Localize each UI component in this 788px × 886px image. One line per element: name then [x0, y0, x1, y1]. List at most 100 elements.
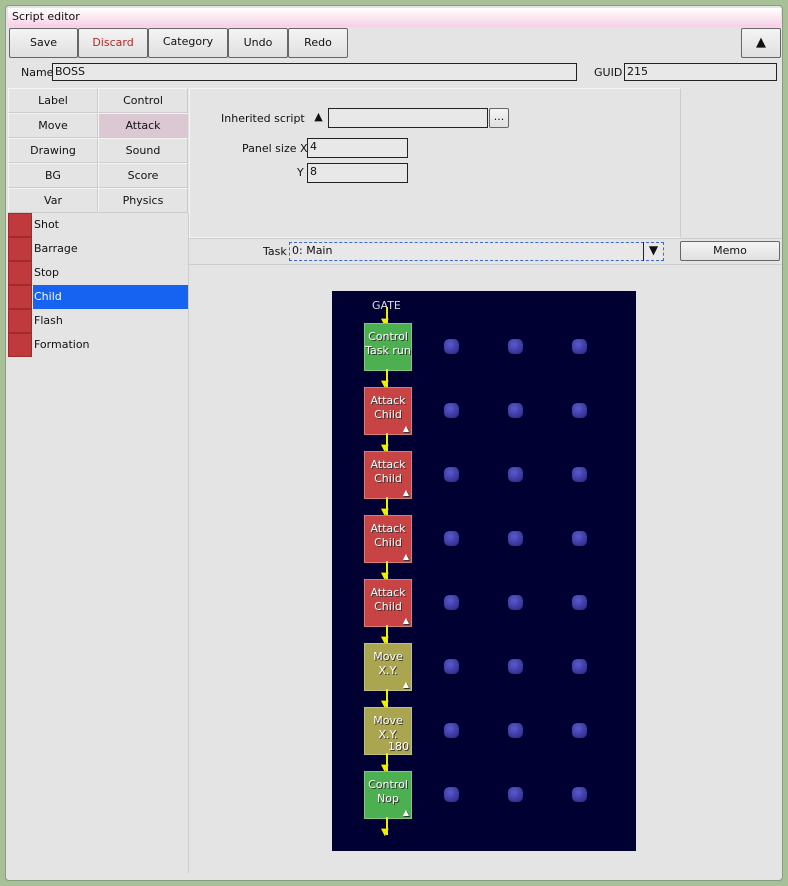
category-tab-bg[interactable]: BG: [8, 163, 98, 188]
empty-slot[interactable]: [444, 595, 459, 610]
empty-slot[interactable]: [572, 467, 587, 482]
guid-input[interactable]: 215: [624, 63, 777, 81]
command-item-child[interactable]: Child: [8, 285, 188, 309]
node-line1: Attack: [370, 586, 406, 599]
command-color-icon: [8, 309, 32, 333]
expand-triangle-icon: ▲: [402, 808, 409, 817]
redo-button[interactable]: Redo: [288, 28, 348, 58]
script-node[interactable]: Control Task run: [364, 323, 412, 371]
empty-slot[interactable]: [572, 723, 587, 738]
node-line2: Task run: [365, 344, 411, 357]
chevron-down-icon: ▼: [643, 242, 663, 261]
node-line2: Child: [374, 408, 402, 421]
task-label: Task: [263, 245, 287, 258]
script-node[interactable]: Attack Child ▲: [364, 579, 412, 627]
command-item-flash[interactable]: Flash: [8, 309, 188, 333]
script-node[interactable]: Attack Child ▲: [364, 451, 412, 499]
command-item-formation[interactable]: Formation: [8, 333, 188, 357]
collapse-button[interactable]: ▲: [741, 28, 781, 58]
panel-y-input[interactable]: 8: [307, 163, 408, 183]
empty-slot[interactable]: [508, 595, 523, 610]
flow-arrow-icon: ▼: [381, 497, 390, 518]
command-item-shot[interactable]: Shot: [8, 213, 188, 237]
panel-y-label: Y: [297, 166, 304, 179]
category-tab-label[interactable]: Label: [8, 88, 98, 113]
divider: [188, 213, 189, 873]
empty-slot[interactable]: [572, 339, 587, 354]
script-node[interactable]: Move X.Y. 180: [364, 707, 412, 755]
category-tab-score[interactable]: Score: [98, 163, 188, 188]
script-node[interactable]: Attack Child ▲: [364, 515, 412, 563]
empty-slot[interactable]: [508, 787, 523, 802]
empty-slot[interactable]: [508, 723, 523, 738]
category-button[interactable]: Category: [148, 28, 228, 58]
category-tab-drawing[interactable]: Drawing: [8, 138, 98, 163]
flow-arrow-icon: ▼: [381, 817, 390, 838]
script-node[interactable]: Control Nop ▲: [364, 771, 412, 819]
empty-slot[interactable]: [444, 403, 459, 418]
expand-triangle-icon: ▲: [402, 488, 409, 497]
empty-slot[interactable]: [572, 787, 587, 802]
category-tab-move[interactable]: Move: [8, 113, 98, 138]
command-item-stop[interactable]: Stop: [8, 261, 188, 285]
command-label: Barrage: [34, 242, 78, 255]
script-node[interactable]: Move X.Y. ▲: [364, 643, 412, 691]
empty-slot[interactable]: [572, 659, 587, 674]
empty-slot[interactable]: [572, 403, 587, 418]
save-button[interactable]: Save: [9, 28, 78, 58]
command-color-icon: [8, 333, 32, 357]
expand-triangle-icon: ▲: [402, 552, 409, 561]
category-tab-sound[interactable]: Sound: [98, 138, 188, 163]
script-canvas[interactable]: GATE ▼ControlTask run▼AttackChild▲▼Attac…: [332, 291, 636, 851]
node-line1: Control: [368, 330, 408, 343]
empty-slot[interactable]: [508, 531, 523, 546]
flow-arrow-icon: ▼: [381, 369, 390, 390]
category-tab-control[interactable]: Control: [98, 88, 188, 113]
command-label: Child: [33, 285, 188, 309]
window-title: Script editor: [8, 8, 781, 27]
node-value: 180: [388, 740, 409, 753]
empty-slot[interactable]: [508, 339, 523, 354]
node-line2: X.Y.: [378, 664, 398, 677]
node-line2: Child: [374, 536, 402, 549]
inherited-script-label: Inherited script: [221, 112, 305, 125]
empty-slot[interactable]: [508, 467, 523, 482]
flow-arrow-icon: ▼: [381, 433, 390, 454]
empty-slot[interactable]: [444, 339, 459, 354]
script-node[interactable]: Attack Child ▲: [364, 387, 412, 435]
empty-slot[interactable]: [572, 595, 587, 610]
command-item-barrage[interactable]: Barrage: [8, 237, 188, 261]
empty-slot[interactable]: [444, 467, 459, 482]
command-color-icon: [8, 261, 32, 285]
node-line2: Child: [374, 600, 402, 613]
command-color-icon: [8, 285, 32, 309]
task-select[interactable]: 0: Main ▼: [289, 242, 664, 261]
empty-slot[interactable]: [444, 531, 459, 546]
empty-slot[interactable]: [508, 403, 523, 418]
node-line2: Child: [374, 472, 402, 485]
empty-slot[interactable]: [444, 787, 459, 802]
flow-arrow-icon: ▼: [381, 561, 390, 582]
category-tab-var[interactable]: Var: [8, 188, 98, 213]
panel-x-input[interactable]: 4: [307, 138, 408, 158]
inherited-script-input[interactable]: [328, 108, 488, 128]
empty-slot[interactable]: [508, 659, 523, 674]
panel-x-label: Panel size X: [242, 142, 308, 155]
undo-button[interactable]: Undo: [228, 28, 288, 58]
expand-triangle-icon: ▲: [402, 424, 409, 433]
category-tab-attack[interactable]: Attack: [98, 113, 188, 138]
name-label: Name: [21, 66, 54, 79]
command-label: Shot: [34, 218, 59, 231]
name-input[interactable]: BOSS: [52, 63, 577, 81]
flow-arrow-icon: ▼: [381, 753, 390, 774]
empty-slot[interactable]: [444, 723, 459, 738]
browse-button[interactable]: ...: [489, 108, 509, 128]
guid-label: GUID: [594, 66, 623, 79]
inherited-script-up-button[interactable]: ▲: [309, 108, 328, 128]
memo-button[interactable]: Memo: [680, 241, 780, 261]
empty-slot[interactable]: [572, 531, 587, 546]
empty-slot[interactable]: [444, 659, 459, 674]
discard-button[interactable]: Discard: [78, 28, 148, 58]
category-tab-physics[interactable]: Physics: [98, 188, 188, 213]
node-line1: Attack: [370, 458, 406, 471]
